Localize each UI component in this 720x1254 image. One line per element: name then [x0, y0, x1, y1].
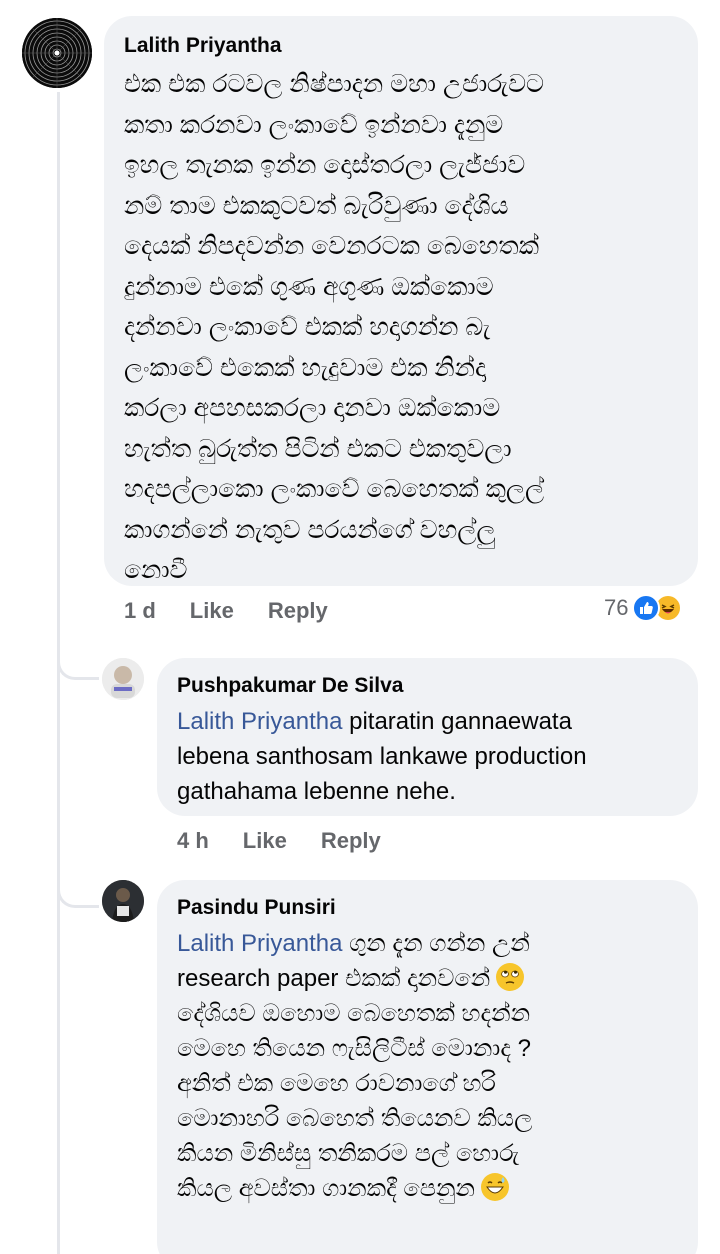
- grinning-sweat-emoji-icon: [481, 1173, 509, 1201]
- rolling-eyes-emoji-icon: [496, 963, 525, 991]
- reaction-summary[interactable]: 76: [604, 594, 683, 622]
- reply-author[interactable]: Pasindu Punsiri: [177, 894, 678, 922]
- reply-actions: 4 h Like Reply: [177, 828, 381, 854]
- avatar-photo-icon: [102, 658, 144, 700]
- reply-button[interactable]: Reply: [321, 828, 381, 854]
- mention-link[interactable]: Lalith Priyantha: [177, 708, 342, 735]
- comment-author[interactable]: Lalith Priyantha: [124, 32, 678, 60]
- avatar[interactable]: [102, 658, 144, 700]
- avatar[interactable]: [102, 880, 144, 922]
- comment-time[interactable]: 1 d: [124, 598, 156, 624]
- mention-link[interactable]: Lalith Priyantha: [177, 930, 342, 957]
- thread-line: [57, 92, 60, 1254]
- reply-bubble: Pasindu Punsiri Lalith Priyantha ගුන දැන…: [157, 880, 698, 1254]
- comment-actions: 1 d Like Reply: [124, 598, 328, 624]
- reply-text: Lalith Priyantha ගුන දැන ගන්න උන් resear…: [177, 926, 678, 1206]
- comment-bubble: Lalith Priyantha එක එක රටවල නිෂ්පාදන මහා…: [104, 16, 698, 586]
- avatar-photo-icon: [102, 880, 144, 922]
- reply-bubble: Pushpakumar De Silva Lalith Priyantha pi…: [157, 658, 698, 816]
- comment-text: එක එක රටවල නිෂ්පාදන මහා උජාරුවට කතා කරනව…: [124, 70, 545, 584]
- like-icon: [632, 594, 661, 622]
- like-button[interactable]: Like: [243, 828, 287, 854]
- reply-body-part-2: දේශියව ඔහොම බෙහෙතක් හදන්න මෙහෙ තියෙන ෆැස…: [177, 1000, 533, 1202]
- reply-button[interactable]: Reply: [268, 598, 328, 624]
- reply-connector: [57, 630, 99, 680]
- reply-time[interactable]: 4 h: [177, 828, 209, 854]
- avatar[interactable]: [22, 18, 92, 88]
- reply-text: Lalith Priyantha pitaratin gannaewata le…: [177, 704, 678, 809]
- like-button[interactable]: Like: [190, 598, 234, 624]
- reaction-count: 76: [604, 595, 629, 620]
- reply-connector: [57, 860, 99, 908]
- reply-author[interactable]: Pushpakumar De Silva: [177, 672, 678, 700]
- avatar-pattern-icon: [22, 18, 92, 88]
